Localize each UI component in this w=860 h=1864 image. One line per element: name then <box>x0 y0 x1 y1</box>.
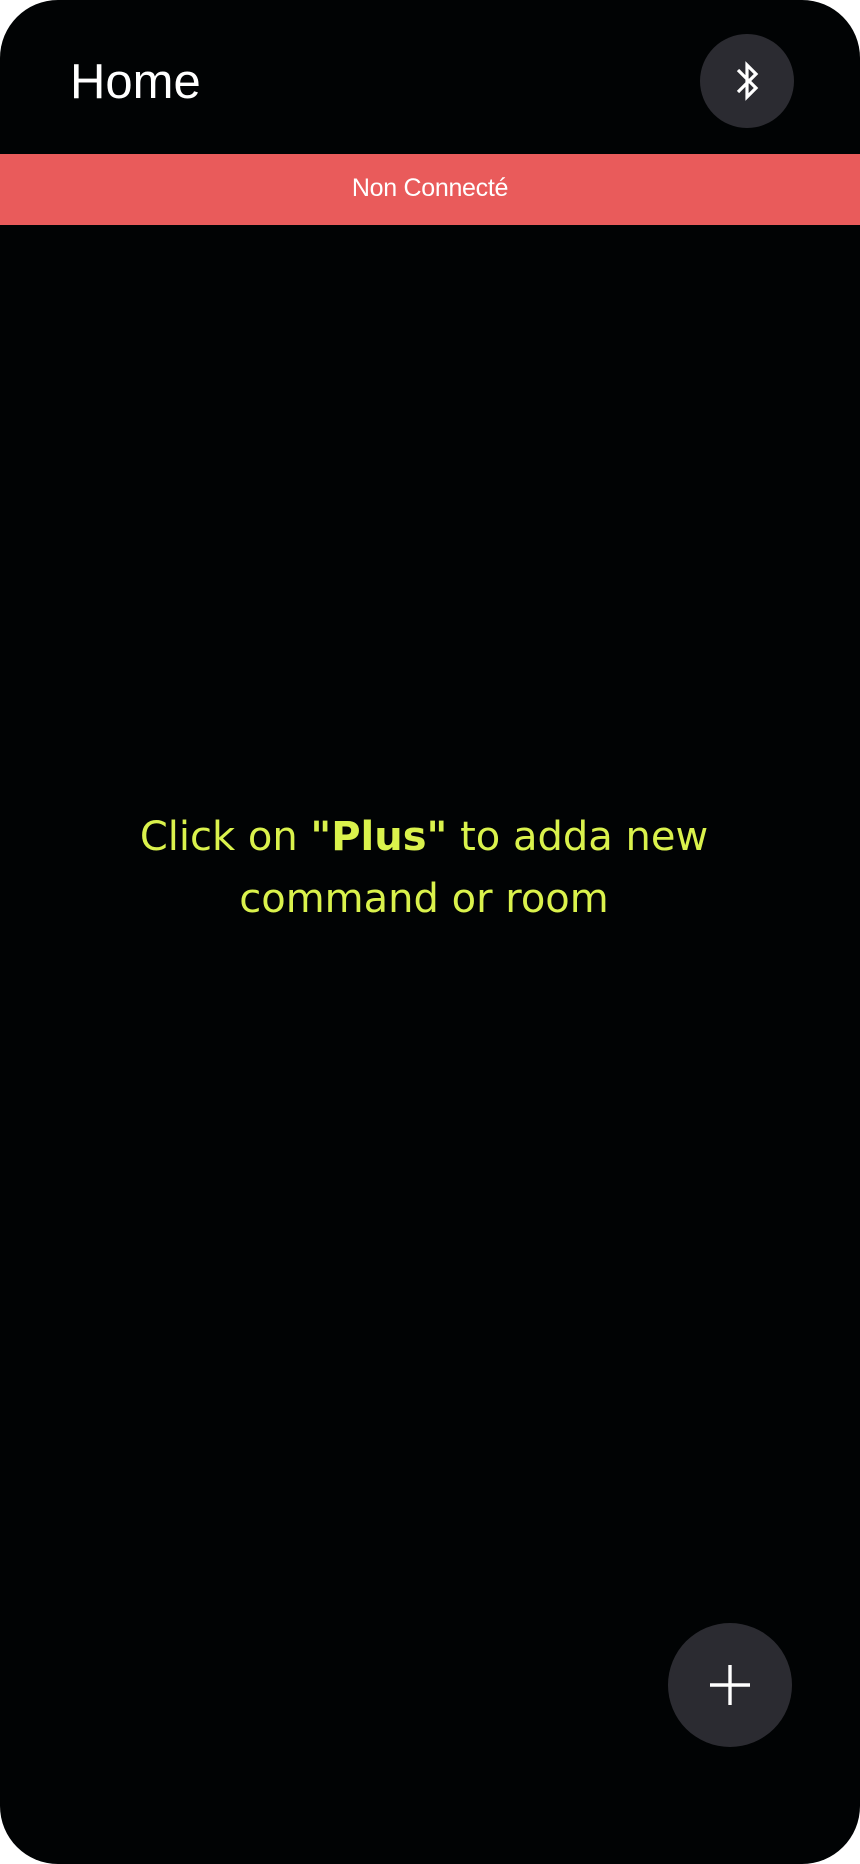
plus-icon <box>710 1665 750 1705</box>
connection-status-text: Non Connecté <box>351 174 509 202</box>
empty-state-highlight: "Plus" <box>310 814 448 860</box>
empty-state-message: Click on "Plus" to adda new command or ro… <box>100 806 748 930</box>
connection-status-banner: Non Connecté <box>0 154 860 225</box>
empty-state-line1-suffix: to adda new <box>447 814 709 860</box>
page-title: Home <box>70 55 201 109</box>
bluetooth-icon <box>736 61 759 101</box>
empty-state-prefix: Click on <box>139 814 311 860</box>
empty-state-line2: command or room <box>239 876 609 922</box>
app-header: Home <box>0 0 860 154</box>
app-screen: Home Non Connecté Click on "Plus" to add… <box>0 0 860 1864</box>
bluetooth-button[interactable] <box>700 34 794 128</box>
add-button[interactable] <box>668 1623 792 1747</box>
